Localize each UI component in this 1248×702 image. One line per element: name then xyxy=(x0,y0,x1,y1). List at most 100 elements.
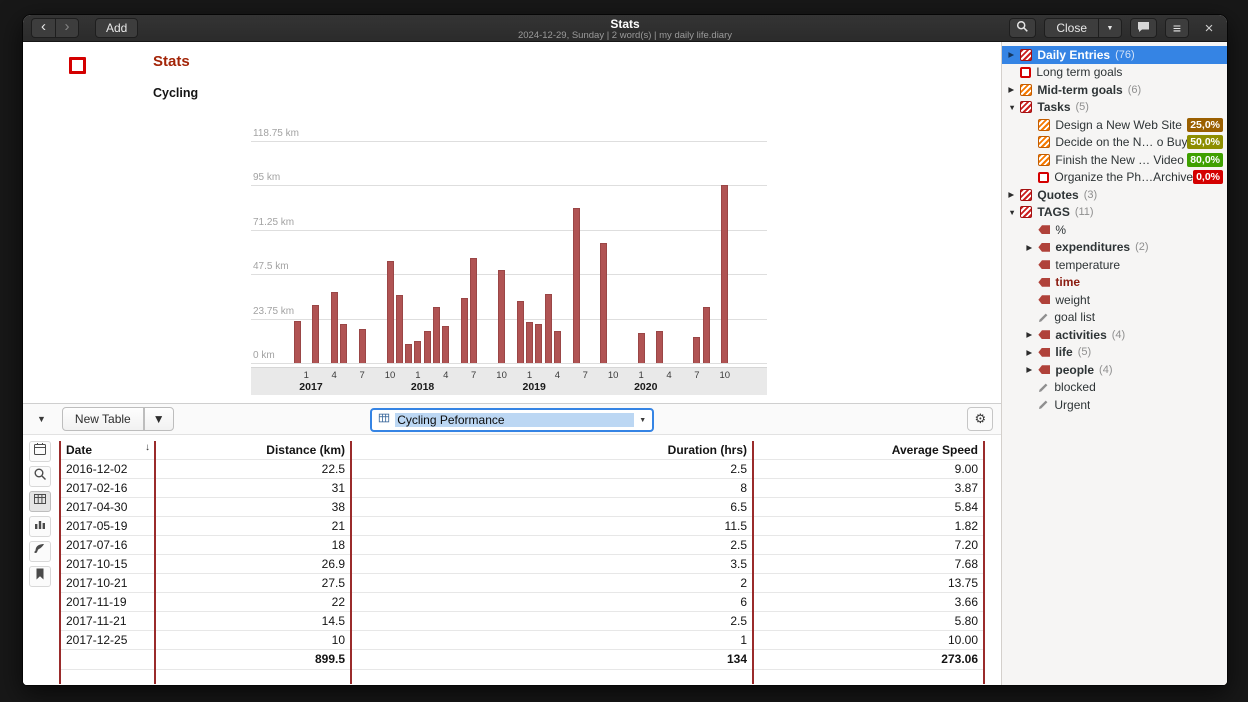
tree-item-weight[interactable]: weight xyxy=(1002,291,1227,309)
table-row[interactable]: 2017-10-2127.5213.75 xyxy=(60,573,984,592)
column-header-avg-speed[interactable]: Average Speed xyxy=(753,441,984,459)
cell-duration[interactable]: 2.5 xyxy=(351,459,753,478)
cell-date[interactable]: 2017-02-16 xyxy=(60,478,155,497)
cell-duration[interactable]: 2.5 xyxy=(351,611,753,630)
cell-distance[interactable]: 18 xyxy=(155,535,351,554)
tree-item-tags[interactable]: ▼TAGS(11) xyxy=(1002,204,1227,222)
column-header-date[interactable]: Date↓ xyxy=(60,441,155,459)
expander-icon[interactable]: ▶ xyxy=(1008,191,1020,199)
comment-button[interactable] xyxy=(1130,18,1157,38)
table-row[interactable]: 2017-02-163183.87 xyxy=(60,478,984,497)
table-row[interactable]: 2017-12-2510110.00 xyxy=(60,630,984,649)
expander-icon[interactable]: ▶ xyxy=(1026,366,1038,374)
cell-avg-speed[interactable]: 13.75 xyxy=(753,573,984,592)
cell-duration[interactable]: 6 xyxy=(351,592,753,611)
tree-item-urgent[interactable]: Urgent xyxy=(1002,396,1227,414)
close-diary-button[interactable]: Close xyxy=(1044,18,1098,38)
close-dropdown-button[interactable]: ▼ xyxy=(1098,18,1122,38)
cell-distance[interactable]: 22.5 xyxy=(155,459,351,478)
cell-date[interactable]: 2017-10-15 xyxy=(60,554,155,573)
cell-duration[interactable]: 1 xyxy=(351,630,753,649)
tree-item-life[interactable]: ▶life(5) xyxy=(1002,344,1227,362)
new-table-button[interactable]: New Table xyxy=(62,407,144,431)
menu-button[interactable]: ≡ xyxy=(1165,18,1189,38)
paint-view-button[interactable] xyxy=(29,541,51,562)
column-header-distance[interactable]: Distance (km) xyxy=(155,441,351,459)
tree-item-time[interactable]: time xyxy=(1002,274,1227,292)
table-row[interactable]: 2017-05-192111.51.82 xyxy=(60,516,984,535)
tree-item-percent[interactable]: % xyxy=(1002,221,1227,239)
cell-distance[interactable]: 31 xyxy=(155,478,351,497)
table-settings-button[interactable]: ⚙ xyxy=(967,407,993,431)
tree-item-decide-on-the-n-o-buy[interactable]: Decide on the N… o Buy50,0% xyxy=(1002,134,1227,152)
cell-avg-speed[interactable]: 3.87 xyxy=(753,478,984,497)
tree-item-activities[interactable]: ▶activities(4) xyxy=(1002,326,1227,344)
tree-item-blocked[interactable]: blocked xyxy=(1002,379,1227,397)
editor-pane[interactable]: Stats Cycling 0 km23.75 km47.5 km71.25 k… xyxy=(23,42,1001,403)
cell-distance[interactable]: 22 xyxy=(155,592,351,611)
table-view-button[interactable] xyxy=(29,491,51,512)
cell-duration[interactable]: 11.5 xyxy=(351,516,753,535)
bookmark-view-button[interactable] xyxy=(29,566,51,587)
tree-item-finish-the-new-video[interactable]: Finish the New … Video80,0% xyxy=(1002,151,1227,169)
tree-item-expenditures[interactable]: ▶expenditures(2) xyxy=(1002,239,1227,257)
cell-distance[interactable]: 21 xyxy=(155,516,351,535)
cell-duration[interactable]: 6.5 xyxy=(351,497,753,516)
tree-item-daily-entries[interactable]: ▶Daily Entries(76) xyxy=(1002,46,1227,64)
cell-date[interactable]: 2017-12-25 xyxy=(60,630,155,649)
cell-duration[interactable]: 2 xyxy=(351,573,753,592)
tree-item-long-term-goals[interactable]: Long term goals xyxy=(1002,64,1227,82)
expander-icon[interactable]: ▶ xyxy=(1008,86,1020,94)
nav-back-button[interactable]: ‹ xyxy=(31,18,55,38)
expander-icon[interactable]: ▼ xyxy=(1008,209,1020,217)
calendar-view-button[interactable] xyxy=(29,441,51,462)
cell-duration[interactable]: 2.5 xyxy=(351,535,753,554)
expander-icon[interactable]: ▶ xyxy=(1026,244,1038,252)
cell-avg-speed[interactable]: 7.20 xyxy=(753,535,984,554)
new-table-dropdown-button[interactable]: ▼ xyxy=(144,407,174,431)
table-row[interactable]: 2017-11-192263.66 xyxy=(60,592,984,611)
column-header-duration[interactable]: Duration (hrs) xyxy=(351,441,753,459)
window-close-button[interactable]: × xyxy=(1199,20,1219,37)
cell-date[interactable]: 2017-05-19 xyxy=(60,516,155,535)
cell-avg-speed[interactable]: 7.68 xyxy=(753,554,984,573)
cell-date[interactable]: 2017-04-30 xyxy=(60,497,155,516)
table-row[interactable]: 2017-11-2114.52.55.80 xyxy=(60,611,984,630)
expander-icon[interactable]: ▶ xyxy=(1026,349,1038,357)
table-row[interactable]: 2016-12-0222.52.59.00 xyxy=(60,459,984,478)
tree-item-quotes[interactable]: ▶Quotes(3) xyxy=(1002,186,1227,204)
table-row[interactable]: 2017-10-1526.93.57.68 xyxy=(60,554,984,573)
cell-duration[interactable]: 8 xyxy=(351,478,753,497)
cell-date[interactable]: 2017-11-19 xyxy=(60,592,155,611)
search-view-button[interactable] xyxy=(29,466,51,487)
tree-item-people[interactable]: ▶people(4) xyxy=(1002,361,1227,379)
chart-view-button[interactable] xyxy=(29,516,51,537)
cell-avg-speed[interactable]: 1.82 xyxy=(753,516,984,535)
expander-icon[interactable]: ▶ xyxy=(1026,331,1038,339)
tree-item-design-a-new-web-site[interactable]: Design a New Web Site25,0% xyxy=(1002,116,1227,134)
cell-distance[interactable]: 38 xyxy=(155,497,351,516)
cell-date[interactable]: 2017-11-21 xyxy=(60,611,155,630)
cell-date[interactable]: 2017-07-16 xyxy=(60,535,155,554)
table-row[interactable]: 2017-04-30386.55.84 xyxy=(60,497,984,516)
tree-item-goal-list[interactable]: goal list xyxy=(1002,309,1227,327)
table-row[interactable]: 2017-07-16182.57.20 xyxy=(60,535,984,554)
cell-distance[interactable]: 14.5 xyxy=(155,611,351,630)
tree-item-tasks[interactable]: ▼Tasks(5) xyxy=(1002,99,1227,117)
cell-distance[interactable]: 10 xyxy=(155,630,351,649)
panel-collapse-button[interactable]: ▼ xyxy=(31,408,52,430)
table-selector-combobox[interactable]: Cycling Peformance ▼ xyxy=(370,408,654,432)
cell-avg-speed[interactable]: 9.00 xyxy=(753,459,984,478)
cell-distance[interactable]: 26.9 xyxy=(155,554,351,573)
tree-item-organize-the-ph-archive[interactable]: Organize the Ph…Archive0,0% xyxy=(1002,169,1227,187)
expander-icon[interactable]: ▼ xyxy=(1008,104,1020,112)
cell-avg-speed[interactable]: 5.84 xyxy=(753,497,984,516)
cell-duration[interactable]: 3.5 xyxy=(351,554,753,573)
cell-distance[interactable]: 27.5 xyxy=(155,573,351,592)
expander-icon[interactable]: ▶ xyxy=(1008,51,1020,59)
cell-avg-speed[interactable]: 5.80 xyxy=(753,611,984,630)
nav-forward-button[interactable]: › xyxy=(55,18,79,38)
add-button[interactable]: Add xyxy=(95,18,138,38)
cell-date[interactable]: 2017-10-21 xyxy=(60,573,155,592)
cell-avg-speed[interactable]: 3.66 xyxy=(753,592,984,611)
